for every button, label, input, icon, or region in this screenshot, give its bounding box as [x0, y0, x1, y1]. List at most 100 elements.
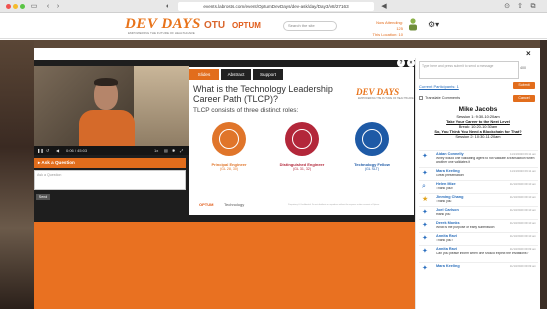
chat-message: ✦ Mara Keeling 11/13/2020 09:09 am: [419, 262, 538, 275]
close-modal-icon[interactable]: ×: [526, 49, 531, 58]
chat-timestamp: 11/13/2020 09:10 am: [509, 221, 536, 225]
slide-footer-note: Proprietary & Confidential. Do not distr…: [288, 204, 380, 206]
chat-author: Jinming Chang: [436, 195, 464, 199]
browser-toolbar: ▭ ‹ › ◐ events.labrosts.com/event/OptumD…: [0, 0, 547, 13]
pause-icon[interactable]: ❚❚: [37, 146, 44, 155]
slide-logo-tagline: EMPOWERING THE FUTURE OF HEALTHCARE: [358, 97, 414, 100]
attendance-counter: Now Attending: 125 This Location: 10: [369, 20, 403, 38]
shield-icon[interactable]: ◐: [164, 2, 172, 11]
bird-avatar-icon: ✦: [422, 153, 428, 160]
star-avatar-icon: ★: [422, 196, 429, 203]
chat-message: ✦ Annita Ravi 11/13/2020 09:10 am Thank you…: [419, 232, 538, 245]
dev-days-tagline: EMPOWERING THE FUTURE OF HEALTHCARE: [128, 31, 195, 35]
user-icon[interactable]: [408, 18, 418, 31]
chat-text: Whey would one validating agent to not v…: [436, 157, 535, 164]
orange-banner: [34, 222, 415, 309]
tab-abstract[interactable]: Abstract: [221, 69, 251, 80]
chat-text: Thank you !: [436, 239, 454, 242]
bird-avatar-icon: ✦: [422, 248, 428, 255]
chat-author: Mara Keeling: [436, 264, 460, 268]
forward-icon[interactable]: ›: [54, 2, 62, 11]
chat-message: ✦ Derek Monks 11/13/2020 09:10 am What is t…: [419, 219, 538, 232]
send-question-button[interactable]: Send: [36, 194, 50, 200]
current-participants-link[interactable]: Current Participants: 1: [419, 84, 459, 89]
role-technology-fellow: Technology Fellow (GL SLT): [340, 162, 404, 172]
ask-question-header[interactable]: ▸ Ask a Question: [34, 158, 186, 168]
chat-timestamp: 11/13/2020 09:10 am: [509, 234, 536, 238]
rewind-icon[interactable]: ↺: [46, 146, 49, 155]
chat-author: Helen Mize: [436, 182, 456, 186]
translate-comments-toggle[interactable]: Translate Comments: [419, 96, 460, 100]
zoom-window-button[interactable]: [20, 4, 25, 9]
chat-message: ✦ Aidan Connelly 11/13/2020 09:11 am Whey w…: [419, 150, 538, 167]
schedule-line: Session 2: 10:30-11:20am: [455, 134, 501, 139]
help-icon[interactable]: ?: [397, 59, 405, 67]
tabs-icon[interactable]: ⧉: [529, 2, 537, 11]
question-input[interactable]: Ask a Question: [34, 170, 186, 190]
share-icon[interactable]: ⇧: [516, 2, 524, 11]
speaker-video[interactable]: [34, 66, 189, 150]
site-search-input[interactable]: Search the site: [283, 21, 337, 31]
chat-author: Annita Ravi: [436, 247, 457, 251]
playback-speed[interactable]: 1x: [154, 146, 158, 155]
chat-message: ✦ Mara Keeling 11/13/2020 09:11 am Great pr…: [419, 167, 538, 180]
chat-message: ✦ Annita Ravi 11/13/2020 09:09 am Can you p…: [419, 245, 538, 262]
bird-avatar-icon: ✦: [422, 209, 428, 216]
back-icon[interactable]: ‹: [44, 2, 52, 11]
character-count: 400: [520, 66, 526, 70]
chat-message: ⌕ Helen Mize 11/13/2020 09:10 am Thank you!…: [419, 180, 538, 193]
background-photo-top: [34, 40, 540, 48]
chat-timestamp: 11/13/2020 09:09 am: [509, 247, 536, 251]
slide-optum-logo: OPTUM: [199, 202, 214, 207]
bird-avatar-icon: ✦: [422, 265, 428, 272]
chat-text: Great presentation!: [436, 174, 465, 177]
chat-author: Annita Ravi: [436, 234, 457, 238]
ask-question-label: Ask a Question: [41, 160, 75, 165]
captions-icon[interactable]: ▤: [164, 146, 168, 155]
bird-avatar-icon: ✦: [422, 235, 428, 242]
volume-icon[interactable]: ◀: [56, 146, 59, 155]
role-grade: (GL 28, 30): [219, 167, 239, 171]
tab-slides[interactable]: Slides: [189, 69, 219, 80]
chat-author: Derek Monks: [436, 221, 460, 225]
download-icon[interactable]: ⊙: [503, 2, 511, 11]
sidebar-icon[interactable]: ▭: [30, 2, 38, 11]
chat-message-list: ✦ Aidan Connelly 11/13/2020 09:11 am Whey w…: [419, 150, 538, 275]
bird-avatar-icon: ✦: [422, 222, 428, 229]
principal-engineer-icon: [212, 122, 246, 156]
cancel-button[interactable]: Cancel: [513, 95, 535, 102]
slide-dev-days-logo: DEV DAYS: [356, 87, 400, 97]
session-schedule: Mike Jacobs Session 1: 9:30-10:20am Take…: [419, 106, 537, 139]
minimize-window-button[interactable]: [13, 4, 18, 9]
address-bar[interactable]: events.labrosts.com/event/OptumDevDays/d…: [178, 2, 374, 11]
chat-message-input[interactable]: Type here and press submit to send a mes…: [419, 61, 519, 79]
chat-text: thank you: [436, 213, 451, 216]
video-controls: ❚❚ ↺ ◀ 0:06 / 45:03 1x ▤ ✱ ⤢: [34, 146, 189, 155]
reader-icon[interactable]: ◀︎: [380, 2, 388, 11]
tab-support[interactable]: Support: [253, 69, 283, 80]
background-photo-right: [540, 40, 547, 309]
now-attending: Now Attending: 125: [376, 20, 403, 31]
fullscreen-icon[interactable]: ⤢: [180, 146, 183, 155]
submit-button[interactable]: Submit: [513, 82, 535, 89]
role-grade: (GL SLT): [364, 167, 380, 171]
close-slide-icon[interactable]: ×: [407, 59, 415, 67]
search-avatar-icon: ⌕: [422, 183, 426, 190]
role-grade: (GL 31, 32): [292, 167, 312, 171]
this-location: This Location: 10: [372, 32, 403, 37]
chat-text: Thank you: [436, 200, 452, 203]
role-principal-engineer: Principal Engineer (GL 28, 30): [197, 162, 261, 172]
slide-technology-label: Technology: [224, 202, 245, 207]
chat-author: Aidan Connelly: [436, 152, 464, 156]
video-settings-icon[interactable]: ✱: [172, 146, 175, 155]
video-time: 0:06 / 45:03: [66, 148, 88, 153]
video-background-wall: [134, 66, 189, 150]
technology-fellow-icon: [355, 122, 389, 156]
chat-timestamp: 11/13/2020 09:10 am: [509, 208, 536, 212]
close-window-button[interactable]: [6, 4, 11, 9]
bird-avatar-icon: ✦: [422, 170, 428, 177]
settings-gear-icon[interactable]: ⚙▾: [428, 20, 439, 29]
slide-subtitle: TLCP consists of three distinct roles:: [193, 107, 299, 114]
chat-timestamp: 11/13/2020 09:10 am: [509, 195, 536, 199]
translate-checkbox[interactable]: [419, 96, 423, 100]
